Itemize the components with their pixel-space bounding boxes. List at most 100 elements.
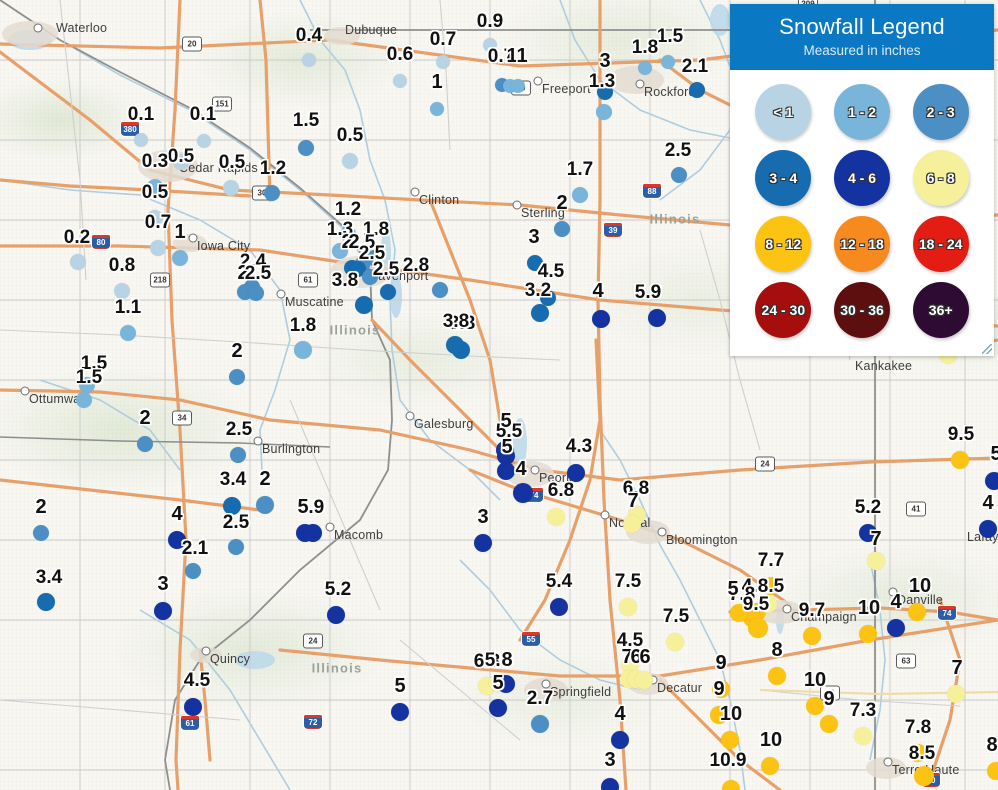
snowfall-observation-point[interactable]	[979, 520, 997, 538]
snowfall-value-label: 9.5	[742, 594, 770, 615]
snowfall-observation-point[interactable]	[547, 508, 565, 526]
snowfall-observation-point[interactable]	[355, 296, 373, 314]
shield-number: 55	[522, 634, 540, 645]
snowfall-observation-point[interactable]	[184, 698, 202, 716]
snowfall-value-label: 8	[771, 639, 783, 661]
snowfall-observation-point[interactable]	[951, 451, 969, 469]
snowfall-observation-point[interactable]	[806, 697, 824, 715]
snowfall-legend-panel[interactable]: Snowfall Legend Measured in inches < 1 1 …	[730, 4, 994, 356]
snowfall-observation-point[interactable]	[120, 325, 136, 341]
legend-header: Snowfall Legend Measured in inches	[730, 4, 994, 70]
snowfall-observation-point[interactable]	[768, 667, 786, 685]
place-label: Rockford	[644, 85, 696, 99]
snowfall-observation-point[interactable]	[298, 140, 314, 156]
legend-swatch: 24 - 30	[755, 282, 812, 338]
snowfall-observation-point[interactable]	[554, 221, 570, 237]
snowfall-observation-point[interactable]	[887, 619, 905, 637]
snowfall-value-label: 2	[139, 407, 151, 429]
snowfall-observation-point[interactable]	[689, 82, 705, 98]
state-label: Illinois	[649, 211, 701, 227]
snowfall-observation-point[interactable]	[154, 602, 172, 620]
snowfall-observation-point[interactable]	[497, 462, 515, 480]
snowfall-observation-point[interactable]	[70, 254, 86, 270]
snowfall-observation-point[interactable]	[446, 336, 464, 354]
place-label: Decatur	[657, 681, 703, 695]
snowfall-value-label: 9	[713, 678, 725, 700]
snowfall-observation-point[interactable]	[223, 180, 239, 196]
snowfall-value-label: 1.5	[75, 367, 103, 388]
snowfall-observation-point[interactable]	[987, 762, 998, 780]
snowfall-observation-point[interactable]	[635, 671, 653, 689]
snowfall-observation-point[interactable]	[592, 310, 610, 328]
snowfall-observation-point[interactable]	[150, 240, 166, 256]
snowfall-observation-point[interactable]	[867, 552, 885, 570]
snowfall-observation-point[interactable]	[859, 625, 877, 643]
snowfall-observation-point[interactable]	[550, 598, 568, 616]
snowfall-observation-point[interactable]	[489, 699, 507, 717]
snowfall-observation-point[interactable]	[264, 185, 280, 201]
snowfall-observation-point[interactable]	[666, 633, 684, 651]
snowfall-observation-point[interactable]	[748, 618, 768, 638]
snowfall-observation-point[interactable]	[985, 472, 998, 490]
snowfall-observation-point[interactable]	[76, 392, 92, 408]
snowfall-observation-point[interactable]	[761, 757, 779, 775]
snowfall-observation-point[interactable]	[854, 727, 872, 745]
snowfall-observation-point[interactable]	[228, 539, 244, 555]
place-label: Muscatine	[285, 295, 344, 309]
interstate-shield-icon: 80	[91, 234, 111, 250]
snowfall-observation-point[interactable]	[596, 104, 612, 120]
snowfall-observation-point[interactable]	[248, 285, 264, 301]
snowfall-observation-point[interactable]	[432, 282, 448, 298]
snowfall-observation-point[interactable]	[229, 369, 245, 385]
snowfall-observation-point[interactable]	[393, 74, 407, 88]
snowfall-value-label: 6	[639, 646, 651, 668]
snowfall-observation-point[interactable]	[914, 766, 934, 786]
snowfall-observation-point[interactable]	[531, 715, 549, 733]
snowfall-observation-point[interactable]	[601, 778, 619, 790]
snowfall-observation-point[interactable]	[342, 153, 358, 169]
snowfall-observation-point[interactable]	[294, 341, 312, 359]
snowfall-observation-point[interactable]	[327, 606, 345, 624]
snowfall-observation-point[interactable]	[134, 133, 148, 147]
snowfall-observation-point[interactable]	[572, 187, 588, 203]
shield-number: 80	[92, 237, 110, 248]
snowfall-observation-point[interactable]	[531, 304, 549, 322]
snowfall-observation-point[interactable]	[436, 55, 450, 69]
snowfall-observation-point[interactable]	[721, 731, 739, 749]
snowfall-observation-point[interactable]	[380, 284, 396, 300]
legend-swatch: 3 - 4	[755, 150, 812, 206]
snowfall-observation-point[interactable]	[474, 534, 492, 552]
snowfall-value-label: 5	[727, 578, 739, 600]
snowfall-observation-point[interactable]	[908, 603, 926, 621]
snowfall-observation-point[interactable]	[33, 525, 49, 541]
snowfall-observation-point[interactable]	[623, 515, 641, 533]
snowfall-observation-point[interactable]	[37, 593, 55, 611]
snowfall-observation-point[interactable]	[172, 250, 188, 266]
snowfall-observation-point[interactable]	[511, 79, 525, 93]
snowfall-observation-point[interactable]	[296, 524, 314, 542]
snowfall-map[interactable]: Waterloo Dubuque Cedar Rapids Iowa City Clin…	[0, 0, 998, 790]
snowfall-observation-point[interactable]	[638, 61, 652, 75]
snowfall-observation-point[interactable]	[197, 134, 211, 148]
snowfall-observation-point[interactable]	[391, 703, 409, 721]
snowfall-observation-point[interactable]	[611, 731, 629, 749]
snowfall-observation-point[interactable]	[619, 598, 637, 616]
snowfall-observation-point[interactable]	[648, 309, 666, 327]
snowfall-observation-point[interactable]	[230, 447, 246, 463]
snowfall-observation-point[interactable]	[137, 436, 153, 452]
snowfall-observation-point[interactable]	[513, 483, 533, 503]
shield-number: 74	[938, 608, 956, 619]
legend-swatch: 8 - 12	[755, 216, 812, 272]
snowfall-observation-point[interactable]	[430, 102, 444, 116]
snowfall-observation-point[interactable]	[820, 715, 838, 733]
snowfall-observation-point[interactable]	[661, 55, 675, 69]
snowfall-observation-point[interactable]	[803, 627, 821, 645]
snowfall-value-label: 7.5	[614, 571, 642, 592]
snowfall-observation-point[interactable]	[947, 685, 965, 703]
snowfall-value-label: 0.2	[63, 227, 91, 248]
snowfall-observation-point[interactable]	[256, 496, 274, 514]
snowfall-observation-point[interactable]	[185, 563, 201, 579]
snowfall-observation-point[interactable]	[302, 53, 316, 67]
legend-resize-handle[interactable]	[982, 344, 992, 354]
snowfall-observation-point[interactable]	[671, 167, 687, 183]
